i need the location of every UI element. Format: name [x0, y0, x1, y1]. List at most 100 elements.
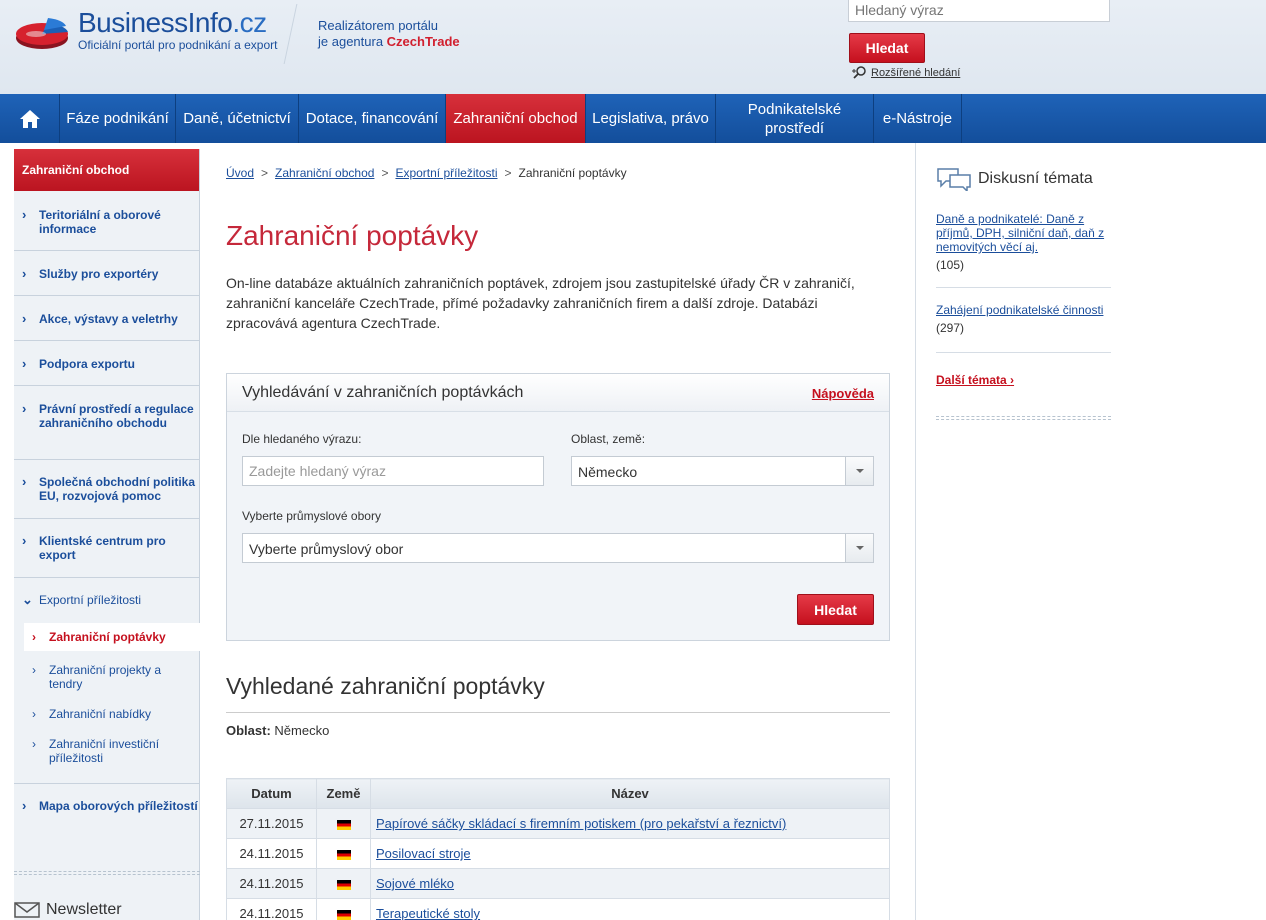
- header-search-input[interactable]: [848, 0, 1110, 22]
- search-form-title: Vyhledávání v zahraničních poptávkách: [242, 384, 524, 401]
- region-select[interactable]: Německo: [571, 456, 874, 486]
- chevron-right-icon: ›: [32, 630, 36, 644]
- newsletter-heading[interactable]: Newsletter: [14, 901, 122, 919]
- chevron-right-icon: ›: [22, 207, 27, 222]
- chevron-right-icon: ›: [22, 401, 27, 416]
- nav-home[interactable]: [0, 94, 60, 143]
- keyword-input[interactable]: [242, 456, 544, 486]
- nav-item-zahranicni-obchod[interactable]: Zahraniční obchod: [446, 94, 586, 143]
- chevron-right-icon: ›: [22, 533, 27, 548]
- brand[interactable]: BusinessInfo.cz Oficiální portál pro pod…: [78, 7, 277, 53]
- header-divider: [283, 4, 298, 64]
- sidebar-subitem-nabidky[interactable]: › Zahraniční nabídky: [24, 707, 200, 721]
- search-form: Vyhledávání v zahraničních poptávkách Ná…: [226, 373, 890, 641]
- row-name-link[interactable]: Papírové sáčky skládací s firemním potis…: [376, 816, 786, 831]
- sidebar-item-podpora[interactable]: › Podpora exportu: [14, 356, 200, 372]
- chevron-right-icon: ›: [32, 707, 36, 721]
- sidebar-subitem-projekty[interactable]: › Zahraniční projekty a tendry: [24, 663, 184, 691]
- intro-text: On-line databáze aktuálních zahraničních…: [226, 275, 855, 331]
- nav-item-dotace-financovani[interactable]: Dotace, financování: [299, 94, 446, 143]
- sidebar-item-sluzby[interactable]: › Služby pro exportéry: [14, 267, 200, 282]
- site-header: BusinessInfo.cz Oficiální portál pro pod…: [0, 0, 1266, 94]
- row-date: 24.11.2015: [226, 868, 317, 899]
- sidebar-item-klientske-centrum[interactable]: › Klientské centrum pro export: [14, 533, 179, 563]
- discussion-topic-count: (297): [936, 321, 965, 335]
- discussion-heading: Diskusní témata: [936, 167, 1093, 191]
- search-submit-button[interactable]: Hledat: [797, 594, 874, 625]
- industry-selected-value: Vyberte průmyslový obor: [249, 541, 404, 557]
- sidebar-divider: [14, 385, 200, 386]
- row-name-link[interactable]: Posilovací stroje: [376, 846, 471, 861]
- row-name-link[interactable]: Sojové mléko: [376, 876, 454, 891]
- businessinfo-logo-icon[interactable]: [14, 10, 76, 52]
- sidebar-item-teritorialni[interactable]: › Teritoriální a oborové informace: [14, 207, 200, 237]
- chevron-right-icon: ›: [22, 474, 27, 489]
- sidebar-divider: [14, 340, 200, 341]
- chevron-right-icon: ›: [1010, 373, 1015, 387]
- search-form-header: Vyhledávání v zahraničních poptávkách Ná…: [227, 374, 889, 412]
- chevron-down-icon: ⌄: [22, 592, 33, 607]
- sidebar-divider: [14, 295, 200, 296]
- discussion-topic: Zahájení podnikatelské činnosti (297): [936, 303, 1111, 335]
- discussion-topic: Daně a podnikatelé: Daně z příjmů, DPH, …: [936, 212, 1111, 272]
- table-row: 24.11.2015 Posilovací stroje: [226, 838, 890, 869]
- row-date: 24.11.2015: [226, 838, 317, 869]
- sidebar-divider: [14, 459, 200, 460]
- brand-name: BusinessInfo.cz: [78, 7, 267, 38]
- nav-item-faze-podnikani[interactable]: Fáze podnikání: [60, 94, 176, 143]
- chevron-right-icon: ›: [22, 798, 27, 813]
- sidebar-item-obchodni-politika[interactable]: › Společná obchodní politika EU, rozvojov…: [14, 474, 200, 504]
- nav-item-legislativa-pravo[interactable]: Legislativa, právo: [586, 94, 716, 143]
- dropdown-arrow-icon: [845, 457, 873, 485]
- sidebar-divider: [14, 518, 200, 519]
- column-header-name[interactable]: Název: [370, 778, 890, 809]
- industry-label: Vyberte průmyslové obory: [242, 509, 381, 523]
- column-header-country[interactable]: Země: [316, 778, 371, 809]
- breadcrumb: Úvod > Zahraniční obchod > Exportní příležit…: [226, 166, 627, 180]
- chevron-right-icon: ›: [22, 311, 27, 326]
- germany-flag-icon: [336, 909, 351, 920]
- advanced-search-link[interactable]: Rozšířené hledání: [852, 66, 960, 80]
- discussion-topic-count: (105): [936, 258, 965, 272]
- results-area-filter: Oblast: Německo: [226, 723, 330, 738]
- results-title: Vyhledané zahraniční poptávky: [226, 673, 545, 699]
- chevron-right-icon: ›: [22, 356, 27, 371]
- nav-item-dane-ucetnictvi[interactable]: Daně, účetnictví: [176, 94, 299, 143]
- sidebar-item-mapa[interactable]: › Mapa oborových příležitostí: [14, 798, 200, 814]
- breadcrumb-link-exportni-prilezitosti[interactable]: Exportní příležitosti: [395, 166, 497, 180]
- sidebar-heading[interactable]: Zahraniční obchod: [14, 149, 199, 191]
- sidebar-subitem-zahranicni-poptavky[interactable]: › Zahraniční poptávky: [24, 623, 200, 651]
- breadcrumb-link-zahranicni-obchod[interactable]: Zahraniční obchod: [275, 166, 374, 180]
- sidebar-item-akce[interactable]: › Akce, výstavy a veletrhy: [14, 311, 200, 327]
- table-row: 24.11.2015 Terapeutické stoly: [226, 898, 890, 920]
- breadcrumb-current: Zahraniční poptávky: [518, 166, 627, 180]
- germany-flag-icon: [336, 879, 351, 890]
- keyword-label: Dle hledaného výrazu:: [242, 432, 362, 446]
- chevron-right-icon: ›: [32, 663, 36, 677]
- column-header-date[interactable]: Datum: [226, 778, 317, 809]
- sidebar-subitem-investicni[interactable]: › Zahraniční investiční příležitosti: [24, 737, 189, 765]
- table-row: 27.11.2015 Papírové sáčky skládací s fir…: [226, 808, 890, 839]
- discussion-divider: [936, 352, 1111, 353]
- sidebar-divider: [14, 250, 200, 251]
- envelope-icon: [14, 902, 40, 918]
- row-name-link[interactable]: Terapeutické stoly: [376, 906, 480, 920]
- dropdown-arrow-icon: [845, 534, 873, 562]
- czechtrade-link[interactable]: CzechTrade: [387, 34, 460, 49]
- help-link[interactable]: Nápověda: [812, 386, 874, 401]
- speech-bubbles-icon: [937, 168, 971, 191]
- sidebar-item-exportni-prilezitosti[interactable]: ⌄ Exportní příležitosti: [14, 592, 200, 608]
- nav-item-e-nastroje[interactable]: e-Nástroje: [874, 94, 962, 143]
- industry-select[interactable]: Vyberte průmyslový obor: [242, 533, 874, 563]
- sidebar-item-pravni-prostredi[interactable]: › Právní prostředí a regulace zahraničníh…: [14, 401, 194, 431]
- more-topics-link[interactable]: Další témata ›: [936, 373, 1014, 387]
- header-search-button[interactable]: Hledat: [849, 33, 925, 63]
- magnifier-icon: [852, 66, 866, 79]
- table-row: 24.11.2015 Sojové mléko: [226, 868, 890, 899]
- nav-item-podnikatelske-prostredi[interactable]: Podnikatelské prostředí: [716, 94, 874, 143]
- germany-flag-icon: [336, 819, 351, 830]
- discussion-topic-link[interactable]: Daně a podnikatelé: Daně z příjmů, DPH, …: [936, 212, 1104, 254]
- breadcrumb-link-uvod[interactable]: Úvod: [226, 166, 254, 180]
- discussion-topic-link[interactable]: Zahájení podnikatelské činnosti: [936, 303, 1103, 317]
- row-date: 24.11.2015: [226, 898, 317, 920]
